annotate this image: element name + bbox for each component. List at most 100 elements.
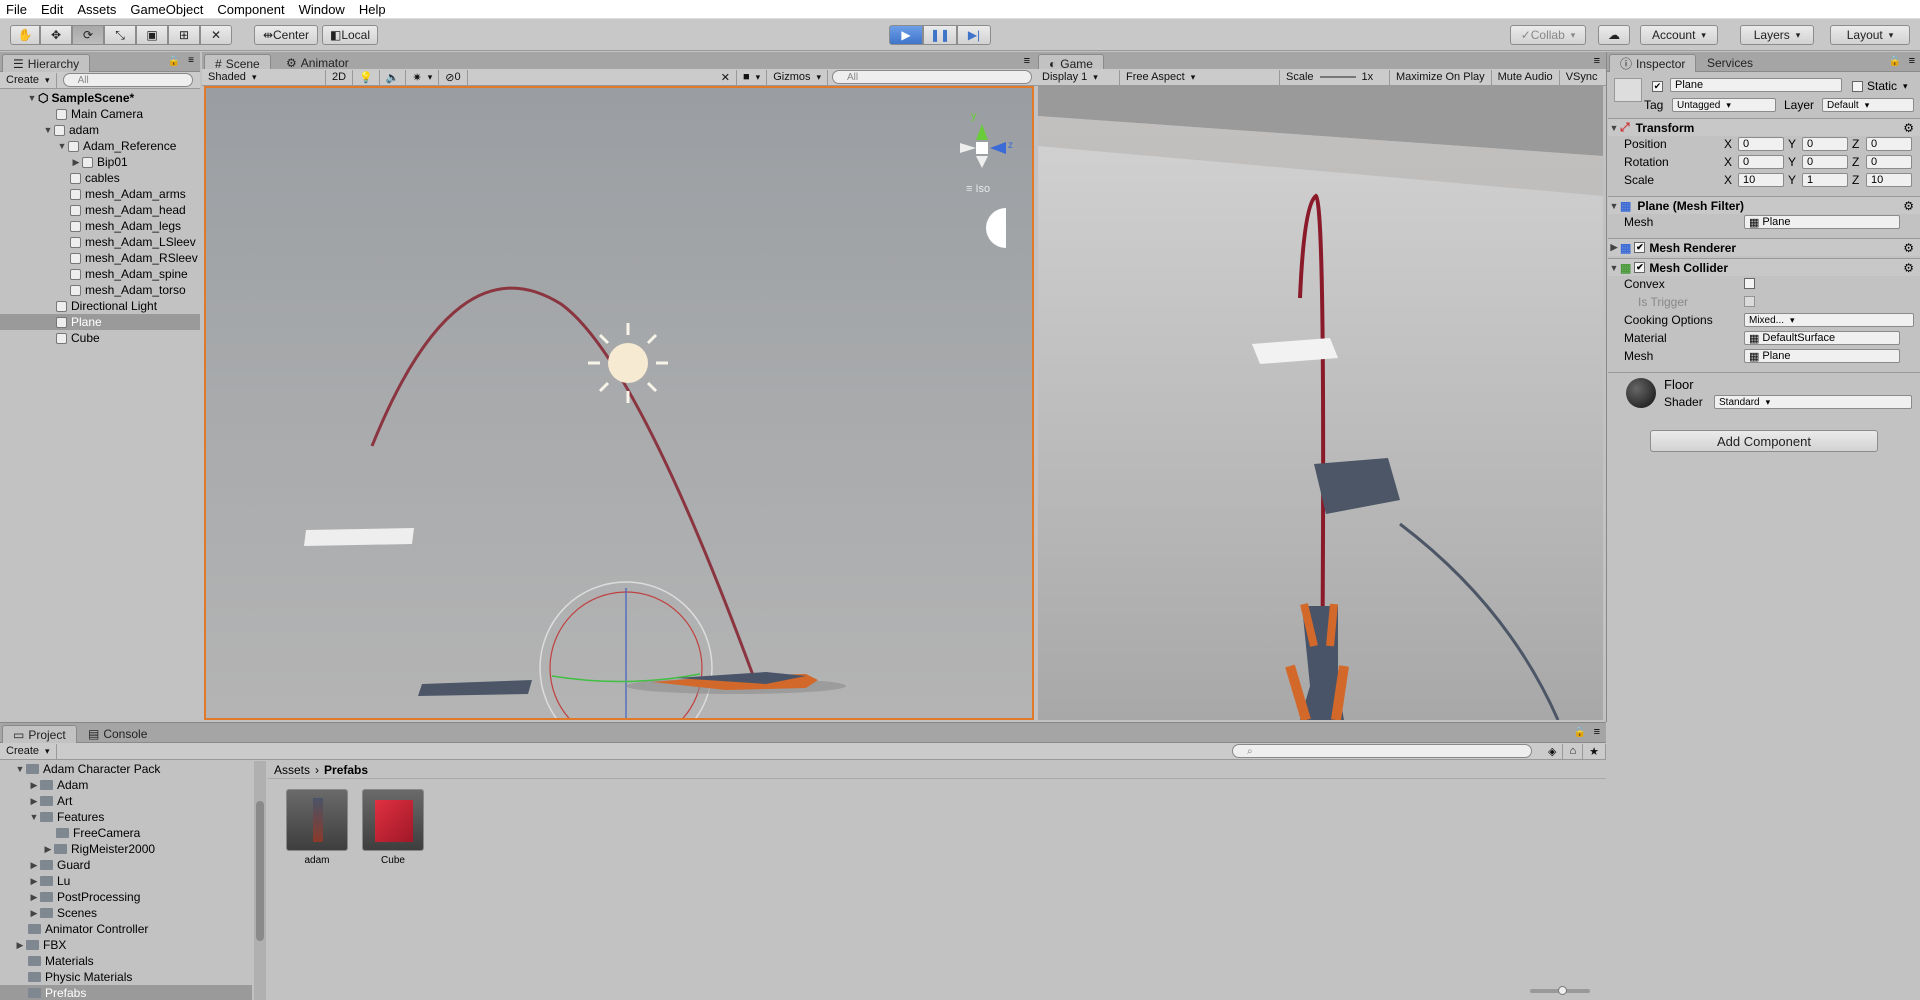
mute-audio-toggle[interactable]: Mute Audio xyxy=(1492,69,1560,85)
collapse-arrow-icon[interactable]: ▶ xyxy=(28,780,40,791)
panel-menu-icon[interactable]: ≡ xyxy=(1024,55,1030,67)
scl-y-input[interactable]: 1 xyxy=(1802,173,1848,187)
cooking-options-dropdown[interactable]: Mixed... xyxy=(1744,313,1914,327)
component-settings-icon[interactable]: ⚙ xyxy=(1903,199,1914,213)
expand-arrow-icon[interactable]: ▼ xyxy=(14,764,26,774)
tab-hierarchy[interactable]: ☰ Hierarchy xyxy=(2,54,91,72)
checkbox-checked[interactable]: ✔ xyxy=(1634,262,1646,273)
move-tool-button[interactable]: ✥ xyxy=(40,25,72,45)
hierarchy-item[interactable]: Cube xyxy=(56,330,100,346)
mesh-collider-header[interactable]: ▼ ▦ ✔ Mesh Collider ⚙ xyxy=(1608,258,1920,276)
asset-thumbnail-cube[interactable] xyxy=(362,789,424,851)
pause-button[interactable]: ❚❚ xyxy=(923,25,957,45)
slider-thumb[interactable] xyxy=(1558,986,1567,995)
axis-z-label[interactable]: Z xyxy=(1852,154,1859,170)
expand-arrow-icon[interactable]: ▼ xyxy=(56,141,68,151)
gizmos-dropdown[interactable]: Gizmos xyxy=(767,69,828,85)
play-button[interactable]: ▶ xyxy=(889,25,923,45)
scl-z-input[interactable]: 10 xyxy=(1866,173,1912,187)
add-component-button[interactable]: Add Component xyxy=(1650,430,1878,452)
scale-tool-button[interactable]: ⤡ xyxy=(104,25,136,45)
folder-item[interactable]: FreeCamera xyxy=(56,825,140,841)
tab-project[interactable]: ▭ Project xyxy=(2,725,77,743)
scene-tools-button[interactable]: ✕ xyxy=(715,69,737,85)
collapse-arrow-icon[interactable]: ▶ xyxy=(28,876,40,887)
folder-item[interactable]: ▶ FBX xyxy=(14,937,67,953)
breadcrumb-prefabs[interactable]: Prefabs xyxy=(324,763,368,777)
pos-x-input[interactable]: 0 xyxy=(1738,137,1784,151)
chevron-down-icon[interactable]: ▾ xyxy=(1903,81,1908,92)
panel-menu-icon[interactable]: ≡ xyxy=(1909,55,1915,67)
camera-dropdown[interactable]: ■ xyxy=(737,69,768,85)
axis-x-label[interactable]: X xyxy=(1724,172,1732,188)
folder-item[interactable]: ▶ Scenes xyxy=(28,905,98,921)
scene-root-row[interactable]: ▼ ⬡ SampleScene* xyxy=(26,90,135,106)
cloud-button[interactable]: ☁ xyxy=(1598,25,1630,45)
maximize-on-play-toggle[interactable]: Maximize On Play xyxy=(1390,69,1492,85)
hierarchy-item[interactable]: mesh_Adam_LSleev xyxy=(70,234,200,250)
menu-help[interactable]: Help xyxy=(359,2,386,17)
collab-dropdown[interactable]: ✓ Collab xyxy=(1510,25,1586,45)
shader-dropdown[interactable]: Standard xyxy=(1714,395,1912,409)
pos-y-input[interactable]: 0 xyxy=(1802,137,1848,151)
hierarchy-item[interactable]: mesh_Adam_arms xyxy=(70,186,186,202)
object-name-input[interactable]: Plane xyxy=(1670,78,1842,92)
hand-tool-button[interactable]: ✋ xyxy=(10,25,40,45)
search-label-button[interactable]: ⌂ xyxy=(1563,743,1584,759)
menu-gameobject[interactable]: GameObject xyxy=(130,2,203,17)
convex-checkbox[interactable] xyxy=(1744,278,1755,289)
axis-x-label[interactable]: X xyxy=(1724,154,1732,170)
hierarchy-item[interactable]: Directional Light xyxy=(56,298,157,314)
lock-icon[interactable]: 🔒 xyxy=(168,56,180,67)
static-toggle[interactable]: Static ▾ xyxy=(1852,78,1908,94)
hierarchy-item[interactable]: Main Camera xyxy=(56,106,143,122)
scene-orientation-gizmo[interactable] xyxy=(960,124,1006,168)
lighting-toggle[interactable]: 💡 xyxy=(353,69,380,85)
tag-dropdown[interactable]: Untagged xyxy=(1672,98,1776,112)
vsync-toggle[interactable]: VSync xyxy=(1560,70,1604,85)
expand-arrow-icon[interactable]: ▼ xyxy=(42,125,54,135)
tab-services[interactable]: Services xyxy=(1697,54,1763,72)
menu-assets[interactable]: Assets xyxy=(77,2,116,17)
collapse-arrow-icon[interactable]: ▶ xyxy=(1608,242,1620,253)
audio-toggle[interactable]: 🔈 xyxy=(380,69,407,85)
collapse-arrow-icon[interactable]: ▶ xyxy=(28,908,40,919)
folder-item[interactable]: ▶ Art xyxy=(28,793,73,809)
game-view[interactable] xyxy=(1038,86,1603,720)
project-search-input[interactable]: ⌕ xyxy=(1232,744,1532,758)
menu-file[interactable]: File xyxy=(6,2,27,17)
hierarchy-search-input[interactable]: All xyxy=(62,73,193,87)
hierarchy-item[interactable]: mesh_Adam_RSleev xyxy=(70,250,200,266)
layer-dropdown[interactable]: Default xyxy=(1822,98,1914,112)
rot-z-input[interactable]: 0 xyxy=(1866,155,1912,169)
scrollbar-thumb[interactable] xyxy=(256,801,264,941)
aspect-dropdown[interactable]: Free Aspect xyxy=(1120,69,1280,85)
hierarchy-item[interactable]: mesh_Adam_legs xyxy=(70,218,181,234)
axis-y-label[interactable]: Y xyxy=(1788,136,1796,152)
folder-item[interactable]: ▶ RigMeister2000 xyxy=(42,841,156,857)
expand-arrow-icon[interactable]: ▼ xyxy=(1608,263,1620,273)
is-trigger-checkbox[interactable] xyxy=(1744,296,1755,307)
pivot-local-button[interactable]: ◧ Local xyxy=(322,25,378,45)
lock-icon[interactable]: 🔒 xyxy=(1574,727,1586,738)
folder-item-selected[interactable]: Prefabs xyxy=(0,985,252,1000)
slider-track[interactable] xyxy=(1319,76,1356,78)
active-toggle[interactable]: ✔ xyxy=(1652,78,1667,94)
axis-z-label[interactable]: Z xyxy=(1852,172,1859,188)
collapse-arrow-icon[interactable]: ▶ xyxy=(14,940,26,951)
rect-tool-button[interactable]: ▣ xyxy=(136,25,168,45)
folder-item[interactable]: Physic Materials xyxy=(28,969,132,985)
expand-arrow-icon[interactable]: ▼ xyxy=(28,812,40,822)
hierarchy-item[interactable]: mesh_Adam_spine xyxy=(70,266,188,282)
transform-header[interactable]: ▼ ⤢ Transform ⚙ xyxy=(1608,118,1920,136)
collapse-arrow-icon[interactable]: ▶ xyxy=(28,892,40,903)
expand-arrow-icon[interactable]: ▼ xyxy=(1608,123,1620,133)
mesh-renderer-header[interactable]: ▶ ▦ ✔ Mesh Renderer ⚙ xyxy=(1608,238,1920,256)
folder-item[interactable]: Materials xyxy=(28,953,94,969)
hierarchy-create-button[interactable]: Create xyxy=(0,72,57,88)
scene-search-input[interactable]: All xyxy=(832,70,1032,84)
collapse-arrow-icon[interactable]: ▶ xyxy=(70,157,82,168)
iso-label[interactable]: ≡ Iso xyxy=(966,183,990,195)
hierarchy-item[interactable]: cables xyxy=(70,170,120,186)
hierarchy-item[interactable]: mesh_Adam_head xyxy=(70,202,186,218)
